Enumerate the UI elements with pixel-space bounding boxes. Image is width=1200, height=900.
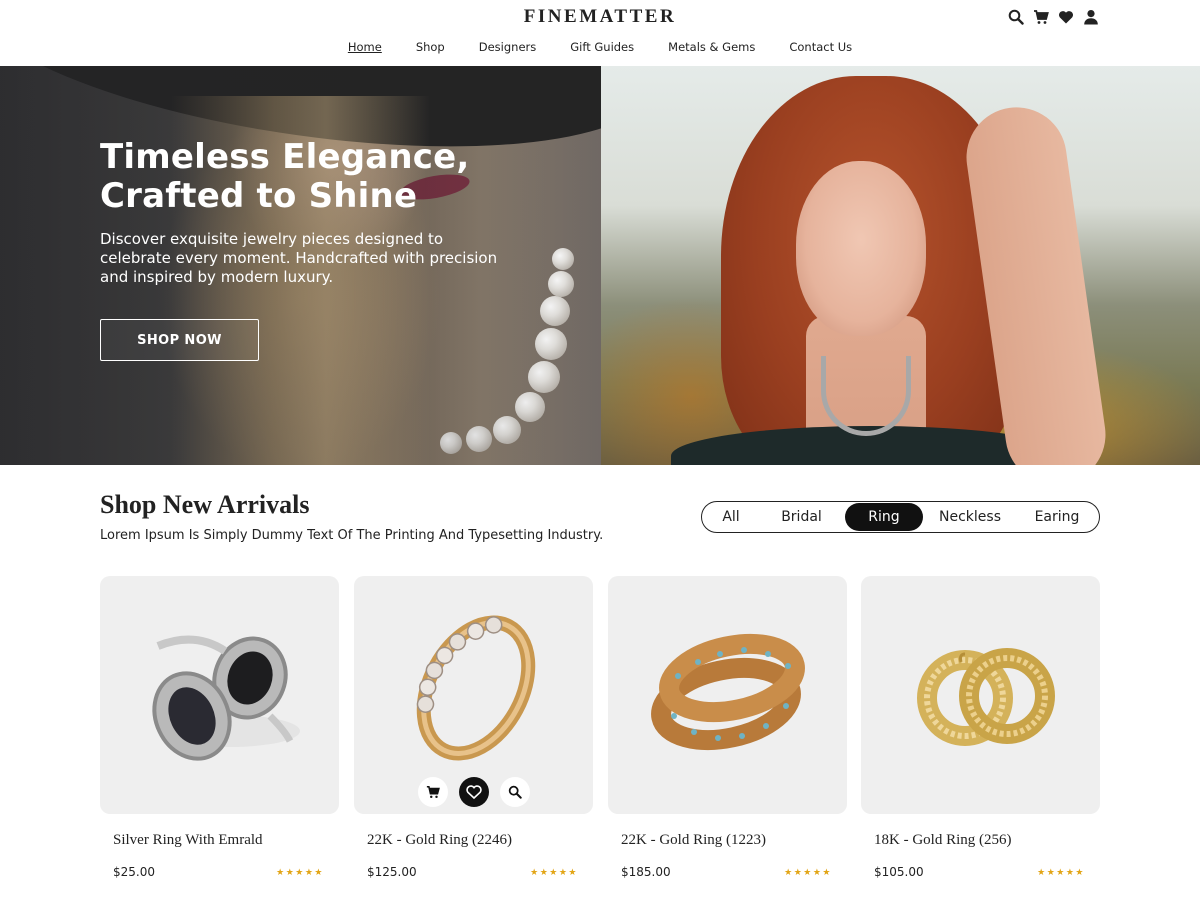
add-to-cart-button[interactable]: [417, 777, 448, 807]
hero-subtitle: Discover exquisite jewelry pieces design…: [100, 230, 498, 286]
product-card[interactable]: 18K - Gold Ring (256) $105.00 ★★★★★: [861, 576, 1100, 879]
product-card[interactable]: Silver Ring With Emrald $25.00 ★★★★★: [100, 576, 339, 879]
user-icon[interactable]: [1082, 8, 1099, 25]
product-image[interactable]: [354, 576, 593, 814]
filter-neckless[interactable]: Neckless: [923, 503, 1017, 531]
shop-now-button[interactable]: SHOP NOW: [100, 319, 259, 361]
hero-text: Timeless Elegance, Crafted to Shine Disc…: [100, 138, 600, 287]
category-filter: All Bridal Ring Neckless Earing: [701, 501, 1100, 533]
quick-view-button[interactable]: [499, 777, 530, 807]
search-icon: [508, 785, 522, 799]
product-image[interactable]: [100, 576, 339, 814]
product-meta: $25.00 ★★★★★: [100, 865, 339, 879]
rating-stars: ★★★★★: [1037, 866, 1085, 877]
product-price: $125.00: [367, 865, 417, 879]
product-meta: $125.00 ★★★★★: [354, 865, 593, 879]
add-to-wishlist-button[interactable]: [458, 777, 489, 807]
product-name[interactable]: 22K - Gold Ring (1223): [608, 832, 847, 849]
rating-stars: ★★★★★: [530, 866, 578, 877]
nav-home[interactable]: Home: [331, 40, 399, 54]
product-name[interactable]: 22K - Gold Ring (2246): [354, 832, 593, 849]
hero-image-model: [601, 66, 1200, 465]
nav-shop[interactable]: Shop: [399, 40, 462, 54]
rating-stars: ★★★★★: [784, 866, 832, 877]
hero-banner: Timeless Elegance, Crafted to Shine Disc…: [0, 66, 1200, 465]
product-card[interactable]: 22K - Gold Ring (2246) $125.00 ★★★★★: [354, 576, 593, 879]
gold-bangle-image: [651, 633, 805, 750]
nav-designers[interactable]: Designers: [462, 40, 554, 54]
face-shape: [796, 161, 926, 336]
nav-contact-us[interactable]: Contact Us: [772, 40, 869, 54]
cart-icon[interactable]: [1032, 8, 1049, 25]
product-price: $185.00: [621, 865, 671, 879]
hero-title: Timeless Elegance, Crafted to Shine: [100, 137, 470, 216]
section-title: Shop New Arrivals: [100, 490, 310, 519]
header-icons: [1007, 8, 1099, 25]
filter-ring[interactable]: Ring: [845, 503, 923, 531]
gold-hoop-earring-image: [917, 648, 1055, 746]
silver-ring-image: [152, 635, 300, 761]
product-price: $25.00: [113, 865, 155, 879]
main-nav: Home Shop Designers Gift Guides Metals &…: [0, 40, 1200, 54]
filter-bridal[interactable]: Bridal: [758, 503, 845, 531]
product-image[interactable]: [861, 576, 1100, 814]
heart-icon: [465, 785, 482, 800]
filter-earing[interactable]: Earing: [1017, 503, 1097, 531]
product-price: $105.00: [874, 865, 924, 879]
section-subtitle: Lorem Ipsum Is Simply Dummy Text Of The …: [100, 528, 604, 543]
product-quick-actions: [354, 777, 593, 807]
product-meta: $185.00 ★★★★★: [608, 865, 847, 879]
cart-icon: [426, 785, 440, 799]
product-name[interactable]: 18K - Gold Ring (256): [861, 832, 1100, 849]
rating-stars: ★★★★★: [276, 866, 324, 877]
filter-all[interactable]: All: [704, 503, 758, 531]
site-header: FINEMATTER Home Shop Designers Gift Guid…: [0, 0, 1200, 66]
heart-icon[interactable]: [1057, 8, 1074, 25]
nav-gift-guides[interactable]: Gift Guides: [553, 40, 651, 54]
product-card[interactable]: 22K - Gold Ring (1223) $185.00 ★★★★★: [608, 576, 847, 879]
product-grid: Silver Ring With Emrald $25.00 ★★★★★ 22K…: [100, 576, 1100, 896]
product-meta: $105.00 ★★★★★: [861, 865, 1100, 879]
search-icon[interactable]: [1007, 8, 1024, 25]
product-name[interactable]: Silver Ring With Emrald: [100, 832, 339, 849]
product-image[interactable]: [608, 576, 847, 814]
nav-metals-gems[interactable]: Metals & Gems: [651, 40, 772, 54]
